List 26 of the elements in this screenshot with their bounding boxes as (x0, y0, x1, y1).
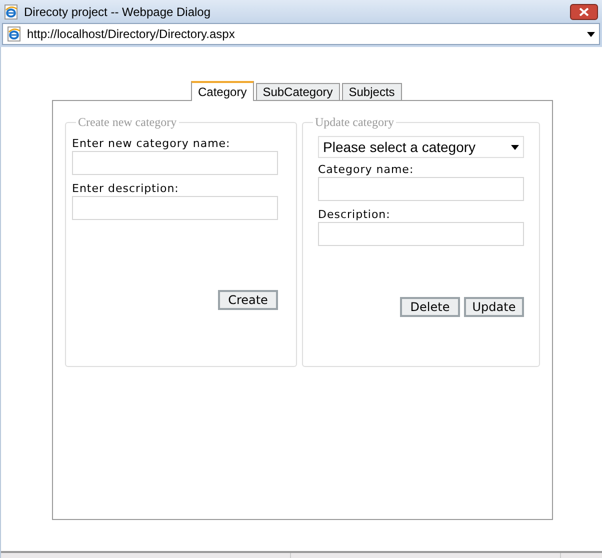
page-e-icon (4, 4, 18, 20)
close-icon (579, 8, 589, 16)
text-field[interactable] (72, 196, 278, 220)
action-button[interactable]: Create (218, 290, 278, 310)
address-bar[interactable]: http://localhost/Directory/Directory.aspx (2, 23, 600, 45)
dropdown-caret-icon (587, 32, 595, 36)
action-button[interactable]: Update (464, 297, 524, 317)
group-legend: Create new category (76, 115, 179, 129)
tab[interactable]: Category (191, 81, 254, 101)
action-button[interactable]: Delete (400, 297, 460, 317)
window-title: Direcoty project -- Webpage Dialog (24, 4, 211, 20)
text-field[interactable] (318, 222, 524, 246)
close-button[interactable] (570, 4, 598, 20)
text-field[interactable] (318, 177, 524, 201)
page-e-icon (7, 26, 21, 42)
tab[interactable]: SubCategory (256, 83, 340, 100)
tab[interactable]: Subjects (342, 83, 402, 100)
text-field[interactable] (72, 151, 278, 175)
address-url: http://localhost/Directory/Directory.aspx (27, 26, 235, 43)
dropdown-caret-icon (511, 144, 519, 150)
field-label: Category name: (318, 163, 415, 177)
group-legend: Update category (313, 115, 396, 129)
field-label: Enter new category name: (72, 137, 232, 151)
field-label: Enter description: (72, 182, 180, 196)
category-select[interactable]: Please select a category (318, 136, 524, 158)
field-label: Description: (318, 208, 392, 222)
